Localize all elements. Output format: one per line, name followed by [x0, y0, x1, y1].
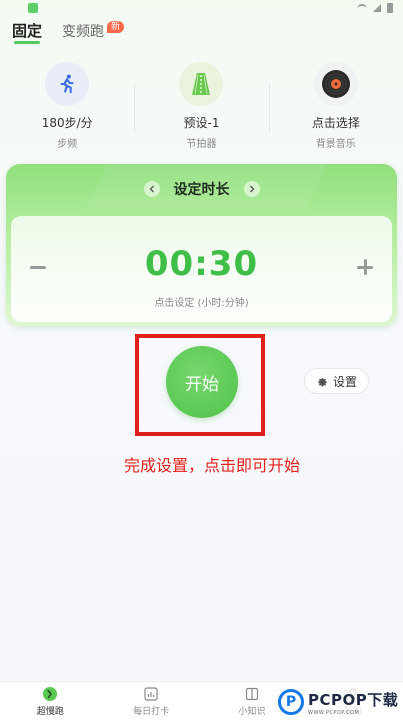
chart-icon: [142, 686, 160, 702]
metric-music-label: 背景音乐: [315, 139, 356, 150]
tab-variable-run[interactable]: 变频跑新: [62, 21, 125, 41]
settings-button-label: 设置: [332, 374, 357, 389]
wifi-icon: [357, 4, 367, 12]
nav-label-slow-run: 超慢跑: [36, 707, 64, 717]
metric-cadence-value: 180步/分: [41, 116, 93, 130]
tab-fixed-label: 固定: [12, 22, 43, 40]
metronome-icon: [179, 62, 224, 106]
tab-variable-run-label: 变频跑: [62, 24, 105, 40]
nav-label-tips: 小知识: [238, 707, 266, 717]
nav-item-slow-run[interactable]: 超慢跑: [0, 682, 101, 720]
increase-duration-button[interactable]: [352, 254, 378, 280]
metric-metronome-label: 节拍器: [186, 139, 217, 150]
tab-fixed[interactable]: 固定: [12, 20, 43, 44]
metric-music-value: 点击选择: [311, 116, 360, 130]
watermark-sub: WWW.PCPOP.COM: [308, 709, 360, 716]
battery-icon: [387, 3, 393, 13]
metric-metronome-value: 预设-1: [183, 116, 220, 130]
home-run-icon: [41, 686, 59, 702]
settings-button[interactable]: 设置: [304, 368, 369, 394]
new-badge: 新: [107, 21, 125, 33]
timer-card: 设定时长 00:30 点击设定 (小时:分钟): [6, 164, 397, 326]
watermark-logo-icon: P: [278, 689, 304, 715]
metrics-row: 180步/分 步频 预设-1 节拍器 点击选择 背景音乐: [0, 62, 403, 154]
timer-panel: 00:30 点击设定 (小时:分钟): [11, 216, 392, 322]
prev-chevron-icon[interactable]: [143, 181, 160, 197]
signal-icon: [373, 4, 381, 12]
app-notification-icon: [28, 3, 38, 13]
duration-display[interactable]: 00:30: [11, 244, 392, 284]
nav-label-daily-checkin: 每日打卡: [133, 707, 170, 717]
start-button[interactable]: 开始: [166, 346, 238, 418]
vinyl-icon: [313, 62, 358, 106]
nav-item-daily-checkin[interactable]: 每日打卡: [101, 682, 202, 720]
instruction-annotation: 完成设置，点击即可开始: [123, 456, 300, 475]
watermark: P PCPOP下载 WWW.PCPOP.COM: [278, 684, 403, 720]
start-button-label: 开始: [185, 374, 219, 395]
metric-metronome[interactable]: 预设-1 节拍器: [134, 62, 268, 154]
metric-cadence-label: 步频: [57, 139, 78, 150]
watermark-text: PCPOP下载 WWW.PCPOP.COM: [308, 689, 398, 716]
watermark-main: PCPOP下载: [308, 690, 399, 709]
runner-icon: [45, 62, 90, 106]
book-icon: [243, 686, 261, 702]
duration-hint: 点击设定 (小时:分钟): [154, 298, 249, 309]
gear-icon: [318, 377, 327, 387]
next-chevron-icon[interactable]: [243, 181, 260, 197]
status-indicators: [357, 3, 393, 13]
timer-header: 设定时长: [6, 179, 397, 199]
metric-cadence[interactable]: 180步/分 步频: [0, 62, 134, 154]
mode-tabs: 固定 变频跑新: [12, 20, 125, 44]
timer-title: 设定时长: [173, 182, 230, 198]
metric-music[interactable]: 点击选择 背景音乐: [268, 62, 403, 154]
status-bar: [0, 0, 403, 18]
